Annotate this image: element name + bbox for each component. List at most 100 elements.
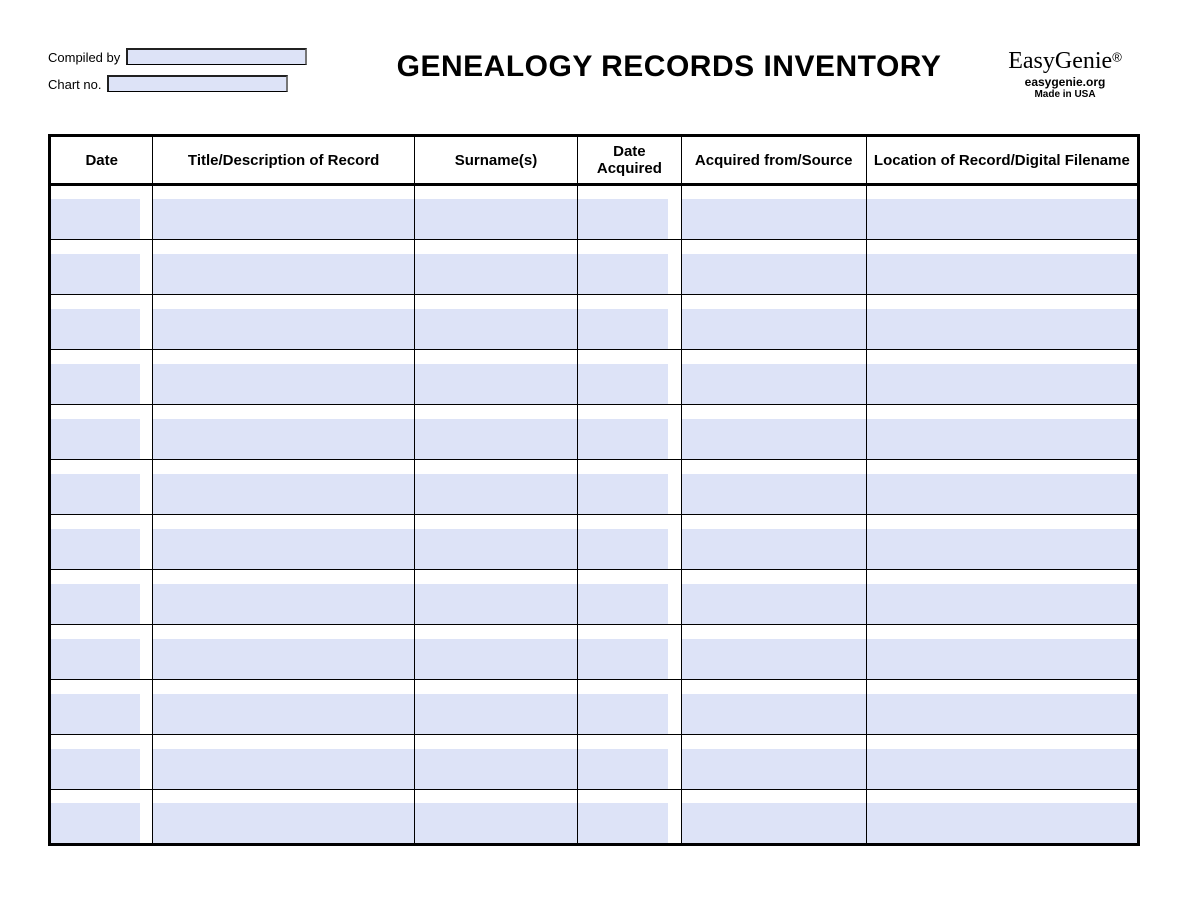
title-input[interactable] <box>153 474 413 514</box>
title-input[interactable] <box>153 309 413 349</box>
cell-date <box>50 185 153 240</box>
date-input[interactable] <box>51 639 140 679</box>
date-acquired-input[interactable] <box>578 584 668 624</box>
date-acquired-input[interactable] <box>578 529 668 569</box>
cell-date <box>50 350 153 405</box>
cell-surname <box>414 570 577 625</box>
location-input[interactable] <box>867 694 1137 734</box>
cell-title <box>153 680 414 735</box>
date-acquired-input[interactable] <box>578 474 668 514</box>
date-input[interactable] <box>51 749 140 789</box>
surname-input[interactable] <box>415 803 577 843</box>
cell-title <box>153 405 414 460</box>
source-input[interactable] <box>682 803 866 843</box>
location-input[interactable] <box>867 639 1137 679</box>
title-input[interactable] <box>153 639 413 679</box>
location-input[interactable] <box>867 474 1137 514</box>
cell-date <box>50 570 153 625</box>
source-input[interactable] <box>682 199 866 239</box>
col-date-acquired: Date Acquired <box>578 136 681 185</box>
chart-no-input[interactable] <box>107 75 288 92</box>
surname-input[interactable] <box>415 254 577 294</box>
date-input[interactable] <box>51 309 140 349</box>
date-input[interactable] <box>51 529 140 569</box>
cell-title <box>153 460 414 515</box>
date-acquired-input[interactable] <box>578 419 668 459</box>
surname-input[interactable] <box>415 364 577 404</box>
compiled-by-input[interactable] <box>126 48 307 65</box>
cell-date-acquired <box>578 350 681 405</box>
col-date: Date <box>50 136 153 185</box>
title-input[interactable] <box>153 803 413 843</box>
location-input[interactable] <box>867 803 1137 843</box>
surname-input[interactable] <box>415 639 577 679</box>
chart-no-label: Chart no. <box>48 77 101 92</box>
surname-input[interactable] <box>415 694 577 734</box>
surname-input[interactable] <box>415 309 577 349</box>
table-row <box>50 680 1139 735</box>
date-acquired-input[interactable] <box>578 694 668 734</box>
date-acquired-input[interactable] <box>578 749 668 789</box>
cell-date <box>50 625 153 680</box>
date-input[interactable] <box>51 584 140 624</box>
title-input[interactable] <box>153 749 413 789</box>
location-input[interactable] <box>867 199 1137 239</box>
table-row <box>50 515 1139 570</box>
date-input[interactable] <box>51 419 140 459</box>
source-input[interactable] <box>682 474 866 514</box>
title-input[interactable] <box>153 584 413 624</box>
date-acquired-input[interactable] <box>578 364 668 404</box>
title-input[interactable] <box>153 199 413 239</box>
location-input[interactable] <box>867 529 1137 569</box>
cell-date <box>50 460 153 515</box>
surname-input[interactable] <box>415 749 577 789</box>
col-surname: Surname(s) <box>414 136 577 185</box>
date-acquired-input[interactable] <box>578 639 668 679</box>
date-input[interactable] <box>51 694 140 734</box>
location-input[interactable] <box>867 254 1137 294</box>
source-input[interactable] <box>682 694 866 734</box>
surname-input[interactable] <box>415 419 577 459</box>
cell-date-acquired <box>578 570 681 625</box>
location-input[interactable] <box>867 364 1137 404</box>
cell-title <box>153 625 414 680</box>
date-input[interactable] <box>51 803 140 843</box>
source-input[interactable] <box>682 529 866 569</box>
title-input[interactable] <box>153 364 413 404</box>
date-acquired-input[interactable] <box>578 309 668 349</box>
surname-input[interactable] <box>415 529 577 569</box>
source-input[interactable] <box>682 419 866 459</box>
cell-surname <box>414 405 577 460</box>
location-input[interactable] <box>867 749 1137 789</box>
date-input[interactable] <box>51 254 140 294</box>
title-input[interactable] <box>153 529 413 569</box>
location-input[interactable] <box>867 419 1137 459</box>
table-row <box>50 735 1139 790</box>
source-input[interactable] <box>682 364 866 404</box>
location-input[interactable] <box>867 309 1137 349</box>
title-input[interactable] <box>153 419 413 459</box>
cell-surname <box>414 185 577 240</box>
date-input[interactable] <box>51 364 140 404</box>
date-acquired-input[interactable] <box>578 803 668 843</box>
source-input[interactable] <box>682 309 866 349</box>
location-input[interactable] <box>867 584 1137 624</box>
surname-input[interactable] <box>415 199 577 239</box>
source-input[interactable] <box>682 749 866 789</box>
date-acquired-input[interactable] <box>578 199 668 239</box>
title-input[interactable] <box>153 254 413 294</box>
table-row <box>50 185 1139 240</box>
date-input[interactable] <box>51 474 140 514</box>
cell-location <box>866 790 1138 845</box>
cell-surname <box>414 460 577 515</box>
source-input[interactable] <box>682 639 866 679</box>
source-input[interactable] <box>682 584 866 624</box>
cell-source <box>681 460 866 515</box>
title-input[interactable] <box>153 694 413 734</box>
col-source: Acquired from/Source <box>681 136 866 185</box>
surname-input[interactable] <box>415 474 577 514</box>
source-input[interactable] <box>682 254 866 294</box>
date-acquired-input[interactable] <box>578 254 668 294</box>
date-input[interactable] <box>51 199 140 239</box>
surname-input[interactable] <box>415 584 577 624</box>
